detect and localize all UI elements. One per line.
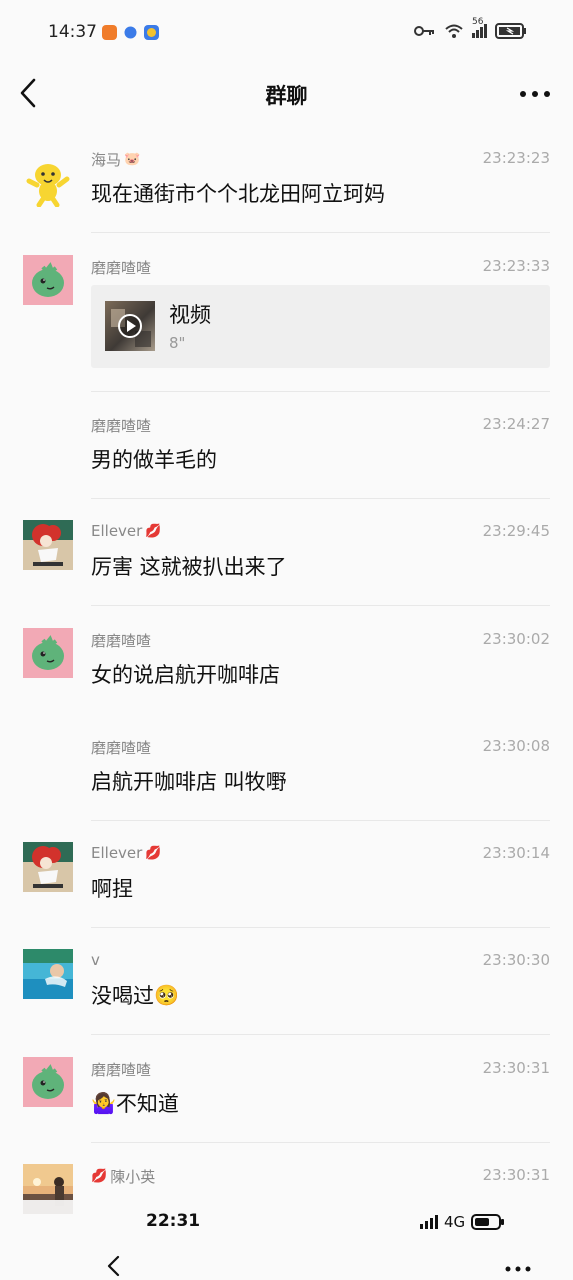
- lips-emoji-icon: 💋: [91, 1169, 108, 1184]
- message-time: 23:30:02: [482, 630, 550, 648]
- avatar[interactable]: [23, 1057, 73, 1107]
- divider: [91, 232, 550, 233]
- sender-name: 💋 陳小英: [91, 1168, 156, 1186]
- app-notification-icon: [102, 25, 117, 40]
- message-text: 啊捏: [91, 877, 133, 901]
- avatar[interactable]: [23, 628, 73, 678]
- key-icon: [414, 26, 434, 36]
- message-text: 男的做羊毛的: [91, 448, 217, 472]
- pig-emoji-icon: 🐷: [124, 152, 141, 167]
- message-time: 23:30:30: [482, 951, 550, 969]
- chevron-left-icon: [107, 1255, 120, 1277]
- avatar[interactable]: [23, 842, 73, 892]
- sender-name: 磨磨喳喳: [91, 739, 152, 757]
- message-text: 启航开咖啡店 叫牧嘢: [91, 770, 287, 794]
- sender-name: 磨磨喳喳: [91, 417, 152, 435]
- video-title: 视频: [169, 303, 211, 327]
- divider: [91, 391, 550, 392]
- sender-name: v: [91, 951, 100, 969]
- pool-photo-avatar-icon: [23, 949, 73, 999]
- status-indicators: 56: [414, 17, 527, 39]
- red-hair-girl-avatar-icon: [23, 520, 73, 570]
- lips-emoji-icon: 💋: [145, 523, 162, 539]
- message-time: 23:30:31: [482, 1166, 550, 1184]
- green-dino-avatar-icon: [32, 1064, 64, 1099]
- more-icon: [505, 1266, 531, 1272]
- more-icon: [520, 91, 550, 97]
- network-type: 4G: [444, 1213, 466, 1231]
- avatar[interactable]: [23, 255, 73, 305]
- message-text: 女的说启航开咖啡店: [91, 663, 280, 687]
- embedded-status-bar: 22:31 4G: [0, 1200, 573, 1280]
- avatar[interactable]: [23, 520, 73, 570]
- page-title: 群聊: [265, 84, 308, 108]
- video-duration: 8": [169, 334, 186, 352]
- divider: [91, 1142, 550, 1143]
- message-time: 23:24:27: [482, 415, 550, 433]
- message-time: 23:30:08: [482, 737, 550, 755]
- green-dino-avatar-icon: [32, 635, 64, 670]
- green-dino-avatar-icon: [32, 262, 64, 297]
- message-time: 23:23:33: [482, 257, 550, 275]
- signal-icon: [420, 1215, 438, 1229]
- divider: [91, 498, 550, 499]
- divider: [91, 820, 550, 821]
- video-thumbnail: [105, 301, 155, 351]
- embedded-more-button[interactable]: [504, 1260, 532, 1272]
- message-time: 23:30:14: [482, 844, 550, 862]
- avatar[interactable]: [23, 157, 73, 207]
- pleading-face-emoji-icon: 🥺: [154, 983, 179, 1007]
- embedded-status-indicators: 4G: [420, 1213, 505, 1231]
- message-text: 没喝过 🥺: [91, 983, 179, 1008]
- message-time: 23:30:31: [482, 1059, 550, 1077]
- battery-icon: [471, 1214, 505, 1230]
- message-time: 23:29:45: [482, 522, 550, 540]
- video-message-card[interactable]: 视频 8": [91, 285, 550, 368]
- sender-name: 磨磨喳喳: [91, 259, 152, 277]
- sender-name: 磨磨喳喳: [91, 632, 152, 650]
- more-button[interactable]: [519, 84, 551, 104]
- sender-name: 海马 🐷: [91, 151, 141, 169]
- embedded-back-button[interactable]: [104, 1254, 124, 1278]
- lips-emoji-icon: 💋: [145, 845, 162, 861]
- yellow-cartoon-avatar-icon: [26, 164, 70, 207]
- sender-name: Ellever 💋: [91, 522, 162, 540]
- battery-icon: [495, 23, 526, 39]
- status-app-icons: [102, 25, 159, 40]
- shrug-emoji-icon: 🤷‍♀️: [91, 1091, 116, 1115]
- divider: [91, 1034, 550, 1035]
- wifi-icon: [445, 24, 463, 38]
- status-bar: 14:37 56: [0, 0, 573, 66]
- divider: [91, 927, 550, 928]
- divider: [91, 605, 550, 606]
- message-time: 23:23:23: [482, 149, 550, 167]
- message-text: 现在通街市个个北龙田阿立珂妈: [91, 182, 385, 206]
- signal-icon: 56: [472, 17, 487, 38]
- nav-bar: 群聊: [0, 66, 573, 122]
- message-text: 厉害 这就被扒出来了: [91, 555, 287, 579]
- embedded-time: 22:31: [146, 1211, 201, 1231]
- app-notification-icon: [124, 26, 137, 39]
- sender-name: Ellever 💋: [91, 844, 162, 862]
- status-time: 14:37: [48, 22, 97, 42]
- app-notification-icon: [144, 25, 159, 40]
- play-icon: [111, 309, 151, 347]
- red-hair-girl-avatar-icon: [23, 842, 73, 892]
- sender-name: 磨磨喳喳: [91, 1061, 152, 1079]
- network-label: 56: [472, 17, 484, 27]
- message-text: 🤷‍♀️ 不知道: [91, 1091, 179, 1116]
- avatar[interactable]: [23, 949, 73, 999]
